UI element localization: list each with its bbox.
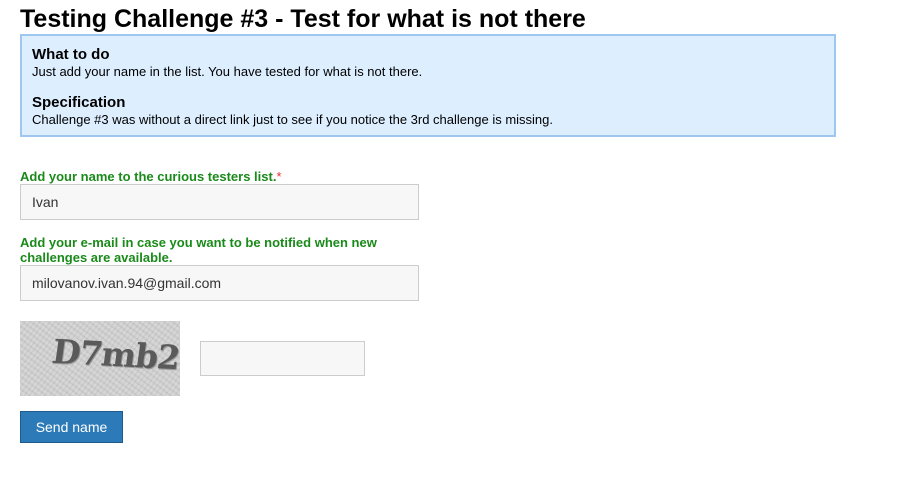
- specification-heading: Specification: [32, 94, 126, 111]
- what-to-do-heading: What to do: [32, 46, 110, 63]
- name-input[interactable]: [20, 184, 419, 220]
- captcha-text: D7mb2: [49, 331, 182, 378]
- name-label-text: Add your name to the curious testers lis…: [20, 169, 277, 184]
- name-field-label: Add your name to the curious testers lis…: [20, 169, 420, 184]
- specification-text: Challenge #3 was without a direct link j…: [32, 112, 554, 127]
- captcha-image: D7mb2: [20, 321, 182, 396]
- page-title: Testing Challenge #3 - Test for what is …: [20, 5, 586, 33]
- email-field-label: Add your e-mail in case you want to be n…: [20, 235, 377, 265]
- info-box: What to do Just add your name in the lis…: [20, 34, 836, 137]
- send-name-button[interactable]: Send name: [20, 411, 123, 443]
- email-input[interactable]: [20, 265, 419, 301]
- captcha-input[interactable]: [200, 341, 365, 376]
- what-to-do-text: Just add your name in the list. You have…: [32, 64, 423, 79]
- required-marker: *: [276, 169, 282, 184]
